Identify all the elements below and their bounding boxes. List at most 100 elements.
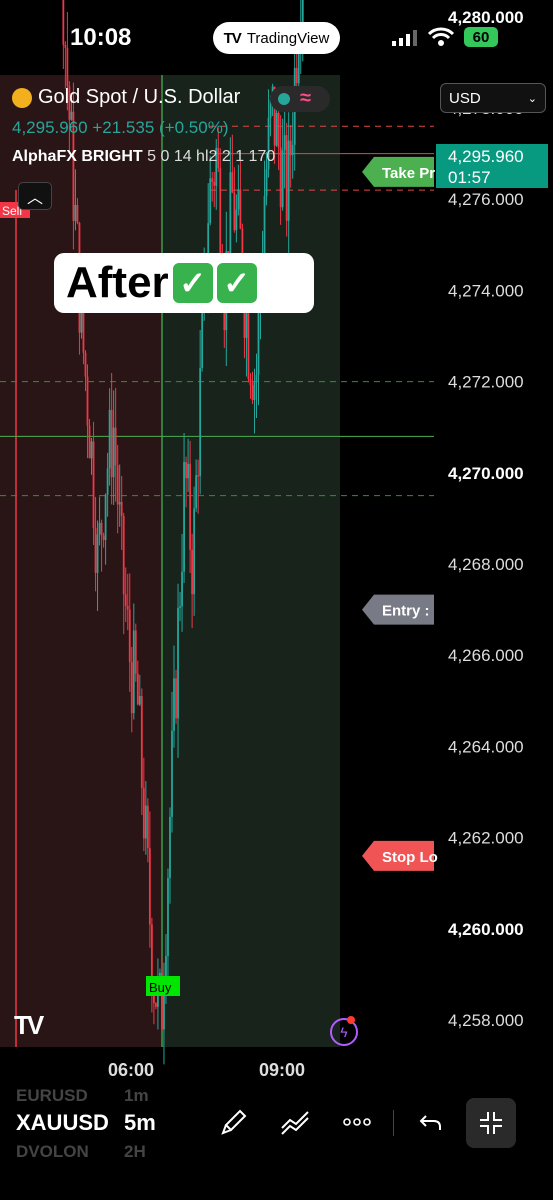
gold-coin-icon	[12, 87, 32, 108]
level-tag[interactable]: Stop Lo	[362, 840, 438, 871]
price-axis-label: 4,266.000	[448, 646, 524, 665]
symbol-picker[interactable]: XAUUSD	[16, 1110, 109, 1136]
battery-indicator: 60	[464, 27, 498, 47]
undo-icon[interactable]	[418, 1108, 444, 1136]
price-axis-label: 4,268.000	[448, 555, 524, 574]
candle	[169, 816, 171, 878]
candle	[106, 468, 109, 495]
candle	[100, 522, 103, 536]
candle	[114, 427, 117, 466]
tradingview-pill-label: TradingView	[246, 29, 330, 47]
chevron-down-icon: ⌄	[527, 92, 537, 105]
price-axis-label: 4,272.000	[448, 373, 524, 392]
symbol-picker-next[interactable]: DVOLON	[16, 1142, 89, 1162]
tradingview-logo-icon: TV	[223, 29, 242, 47]
candle	[154, 1003, 157, 1007]
last-price: 4,295.960	[12, 118, 88, 137]
check-mark-icon: ✓	[216, 263, 257, 303]
fit-screen-button[interactable]	[466, 1098, 516, 1148]
candle	[253, 381, 256, 400]
trend-lines-icon[interactable]	[280, 1108, 310, 1136]
level-tag-label: Stop Lo	[382, 849, 438, 866]
candle	[191, 549, 194, 595]
candle	[281, 150, 284, 208]
candle	[108, 409, 111, 469]
candle	[185, 462, 187, 479]
wifi-icon	[428, 27, 454, 46]
candle	[112, 427, 115, 478]
candle	[128, 609, 131, 663]
candle	[144, 805, 147, 839]
candle	[249, 379, 252, 386]
buy-signal-label: Buy	[149, 980, 172, 995]
price-axis-label: 4,274.000	[448, 281, 524, 300]
timeframe-picker-prev[interactable]: 1m	[124, 1086, 149, 1106]
candle	[173, 678, 175, 731]
price-axis-label: 4,260.000	[448, 920, 524, 939]
timeframe-picker-next[interactable]: 2H	[124, 1142, 146, 1162]
candle	[275, 112, 278, 146]
tradingview-pill[interactable]: TV TradingView	[213, 22, 340, 54]
candle	[279, 147, 282, 208]
price-change-line: 4,295.960 +21.535 (+0.50%)	[12, 118, 228, 138]
notification-dot	[347, 1016, 355, 1024]
bar-countdown-label: 01:57	[448, 168, 491, 187]
bottom-toolbar: EURUSD XAUUSD DVOLON 1m 5m 2H	[0, 1086, 553, 1200]
sell-zone	[0, 75, 162, 1047]
market-open-dot-icon	[278, 93, 290, 105]
level-tag-label: Entry :	[382, 603, 430, 620]
candle	[199, 368, 202, 476]
candle	[201, 310, 204, 369]
candle	[94, 527, 97, 573]
candle	[235, 209, 238, 231]
candle	[104, 494, 107, 541]
level-tag-label: Take Pr	[382, 165, 435, 182]
collapse-legend-button[interactable]: ︿	[18, 182, 52, 210]
candle	[289, 140, 292, 156]
candle	[140, 695, 143, 789]
price-chart[interactable]: SellBuyTake PrTake PrTake PrEntry :Stop …	[0, 0, 553, 1200]
price-axis-label: 4,264.000	[448, 737, 524, 756]
after-badge: After ✓ ✓	[54, 253, 314, 313]
status-time: 10:08	[70, 24, 132, 51]
timeframe-picker[interactable]: 5m	[124, 1110, 156, 1136]
candle	[98, 522, 101, 535]
candle	[255, 374, 258, 382]
candle	[187, 463, 189, 479]
candle	[179, 606, 181, 608]
candle	[118, 501, 121, 505]
symbol-header[interactable]: Gold Spot / U.S. Dollar	[12, 86, 240, 109]
candle	[177, 607, 179, 719]
level-tag[interactable]: Take Pr	[362, 156, 435, 187]
candle	[130, 662, 133, 714]
candle	[283, 135, 286, 151]
candle	[285, 135, 288, 221]
candle	[136, 673, 139, 705]
tradingview-watermark-icon: TV	[14, 1010, 44, 1040]
candle	[146, 805, 149, 849]
candle	[245, 313, 248, 338]
candle	[213, 181, 216, 186]
price-axis-label: 4,258.000	[448, 1011, 524, 1030]
toolbar-divider	[393, 1110, 394, 1136]
indicator-legend[interactable]: AlphaFX BRIGHT 5 0 14 hl2 2 1 170	[12, 148, 275, 166]
more-options-icon[interactable]	[342, 1108, 372, 1136]
candle	[183, 462, 185, 572]
candle	[86, 376, 89, 426]
candle	[120, 501, 123, 516]
level-tag[interactable]: Entry :	[362, 594, 434, 625]
symbol-picker-prev[interactable]: EURUSD	[16, 1086, 88, 1106]
brush-icon[interactable]	[220, 1108, 248, 1136]
candle	[142, 788, 145, 839]
candle	[251, 385, 254, 400]
candle	[291, 144, 294, 156]
market-status-pill[interactable]: ≈	[270, 86, 330, 112]
currency-selector[interactable]: USD ⌄	[440, 83, 546, 113]
candle	[171, 730, 173, 817]
currency-value: USD	[449, 89, 481, 107]
candle	[265, 169, 268, 197]
indicator-name: AlphaFX BRIGHT	[12, 148, 143, 165]
candle	[239, 189, 242, 229]
current-price-label: 4,295.960	[448, 147, 524, 166]
candle	[96, 534, 99, 573]
